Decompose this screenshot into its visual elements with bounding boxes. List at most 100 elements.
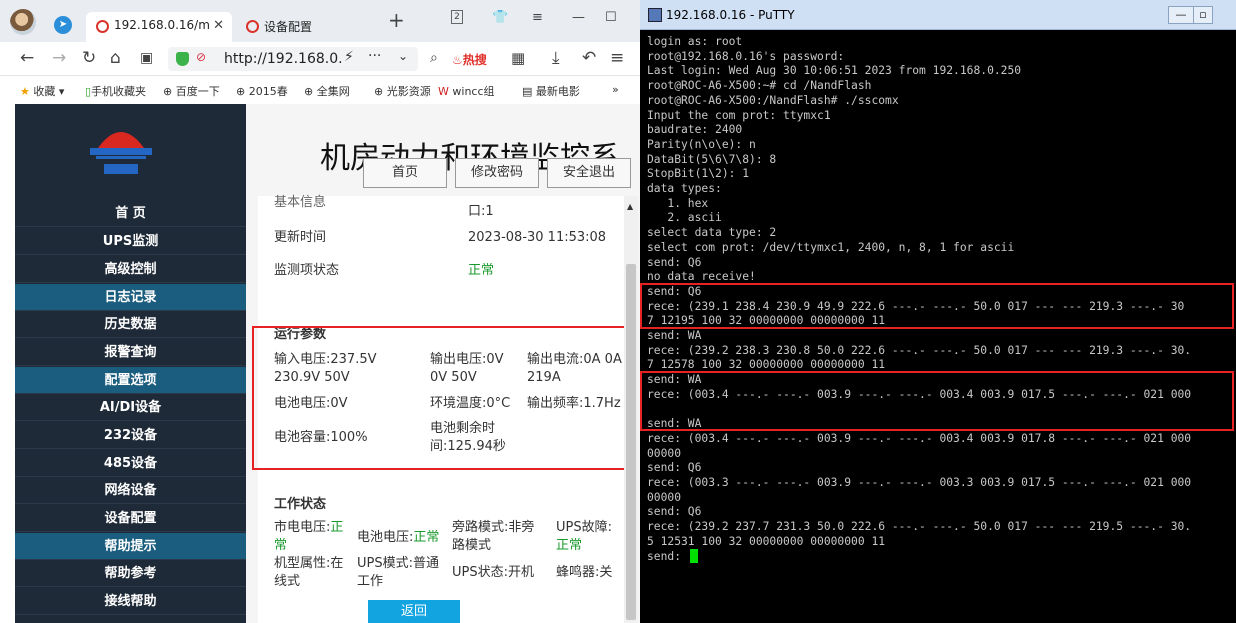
url-text[interactable]: http://192.168.0.1 — [224, 51, 344, 67]
terminal-line: root@ROC-A6-X500:~# cd /NandFlash — [647, 79, 872, 93]
terminal-line: data types: — [647, 182, 722, 195]
bookmark-item[interactable]: ⊕ 光影资源 — [374, 83, 431, 99]
new-tab-button[interactable]: + — [388, 8, 405, 32]
logout-button[interactable]: 安全退出 — [547, 158, 631, 188]
terminal-highlight-box — [640, 371, 1234, 431]
undo-icon[interactable]: ↶ — [582, 48, 596, 68]
insecure-icon[interactable]: ⊘ — [196, 50, 206, 64]
nav-help-ref[interactable]: 帮助参考 — [15, 560, 246, 587]
battery-voltage-state: 电池电压:正常 — [357, 530, 440, 545]
terminal-cursor — [690, 548, 698, 563]
model-property: 机型属性:在线式 — [274, 556, 344, 589]
tab-current[interactable]: 192.168.0.16/m ✕ — [86, 12, 232, 42]
scrollbar-thumb[interactable] — [626, 264, 636, 620]
minimize-icon[interactable]: — — [572, 10, 585, 25]
back-icon[interactable]: ← — [20, 48, 34, 68]
terminal-line: 00000 — [647, 446, 682, 460]
terminal-line: login as: root — [647, 35, 743, 48]
status-label: 监测项状态 — [274, 263, 340, 278]
bookmark-item[interactable]: ⊕ 2015春 — [236, 83, 288, 99]
terminal-line: send: Q6 — [647, 505, 702, 519]
highlight-run-params — [252, 326, 628, 470]
terminal-line: select data type: 2 — [647, 226, 777, 240]
hot-search[interactable]: ♨热搜 — [452, 51, 487, 68]
shirt-icon[interactable]: 👕 — [492, 10, 508, 25]
terminal-line: Parity(n\o\e): n — [647, 137, 756, 151]
nav-aidi[interactable]: AI/DI设备 — [15, 394, 246, 421]
tab-label: 设备配置 — [264, 20, 313, 34]
terminal-line: 00000 — [647, 490, 682, 504]
search-icon[interactable]: ⌕ — [430, 48, 438, 68]
globe-icon: ⊕ — [374, 85, 384, 98]
tab-device-config[interactable]: 设备配置 — [236, 12, 376, 42]
change-password-button[interactable]: 修改密码 — [455, 158, 539, 188]
nav-advanced-control[interactable]: 高级控制 — [15, 256, 246, 283]
scroll-up-icon[interactable]: ▲ — [627, 202, 633, 211]
apps-grid-icon[interactable]: ▦ — [511, 48, 525, 68]
nav-help-header[interactable]: 帮助提示 — [15, 533, 246, 560]
ups-fault: UPS故障:正常 — [556, 520, 612, 553]
nav-home[interactable]: 首 页 — [15, 200, 246, 227]
putty-maximize-icon[interactable]: ▫ — [1193, 6, 1213, 24]
bookmark-item[interactable]: ▯手机收藏夹 — [85, 83, 146, 99]
nav-history[interactable]: 历史数据 — [15, 311, 246, 338]
terminal-line: 5 12531 100 32 00000000 00000000 11 — [647, 534, 886, 548]
more-bookmarks-icon[interactable]: » — [612, 83, 619, 96]
bookmark-item[interactable]: ⊕ 百度一下 — [163, 83, 220, 99]
hamburger-menu-icon[interactable]: ≡ — [610, 48, 624, 68]
download-icon[interactable]: ⤓ — [552, 48, 560, 68]
terminal-line: 1. hex — [647, 196, 709, 210]
terminal-line: Last login: Wed Aug 30 10:06:51 2023 fro… — [647, 64, 1022, 78]
nav-alarm-query[interactable]: 报警查询 — [15, 339, 246, 366]
nav-network[interactable]: 网络设备 — [15, 477, 246, 504]
terminal[interactable]: login as: root root@192.168.0.16's passwo… — [640, 31, 1236, 623]
putty-minimize-icon[interactable]: — — [1168, 6, 1194, 24]
bookmarks-bar: ★ 收藏 ▾ ▯手机收藏夹 ⊕ 百度一下 ⊕ 2015春 ⊕ 全集网 ⊕ 光影资… — [0, 77, 640, 103]
chevron-down-icon[interactable]: ⌄ — [398, 49, 408, 63]
globe-icon: ⊕ — [163, 85, 173, 98]
terminal-line: send: Q6 — [647, 461, 702, 475]
tab-count-badge[interactable]: 2 — [451, 10, 463, 24]
putty-app-icon[interactable] — [648, 8, 662, 22]
forward-icon[interactable]: → — [52, 48, 66, 68]
bookmark-item[interactable]: ★ 收藏 ▾ — [20, 83, 64, 99]
maximize-icon[interactable]: ☐ — [605, 10, 617, 25]
update-time-label: 更新时间 — [274, 230, 327, 245]
bookmark-item[interactable]: ▤ 最新电影 — [522, 83, 580, 99]
shield-icon — [176, 52, 189, 66]
terminal-line: root@192.168.0.16's password: — [647, 49, 845, 63]
putty-window: 192.168.0.16 - PuTTY — ▫ login as: root r… — [640, 0, 1236, 623]
nav-ups-monitor[interactable]: UPS监测 — [15, 228, 246, 255]
home-icon[interactable]: ⌂ — [110, 48, 121, 68]
nav-wiring-help[interactable]: 接线帮助 — [15, 588, 246, 615]
nav-device-config[interactable]: 设备配置 — [15, 505, 246, 532]
menu-icon[interactable]: ≡ — [532, 10, 543, 25]
tab-label: 192.168.0.16/m — [114, 18, 210, 32]
home-button[interactable]: 首页 — [363, 158, 447, 188]
reload-icon[interactable]: ↻ — [82, 48, 96, 68]
tab-close-icon[interactable]: ✕ — [213, 18, 224, 33]
user-avatar[interactable] — [10, 9, 36, 35]
nav-232[interactable]: 232设备 — [15, 422, 246, 449]
bookmark-item[interactable]: ⊕ 全集网 — [304, 83, 350, 99]
lightning-icon[interactable]: ⚡ — [344, 49, 354, 65]
send-arrow-icon[interactable]: ➤ — [54, 16, 72, 34]
globe-icon: ⊕ — [304, 85, 314, 98]
nav-485[interactable]: 485设备 — [15, 450, 246, 477]
nav-config-header[interactable]: 配置选项 — [15, 367, 246, 394]
back-button[interactable]: 返回 — [368, 600, 460, 623]
nav-log-header[interactable]: 日志记录 — [15, 284, 246, 311]
terminal-line: send: — [647, 549, 688, 563]
terminal-line: rece: (003.3 ---.- ---.- 003.9 ---.- ---… — [647, 476, 1192, 489]
browser-toolbar: ← → ↻ ⌂ ▣ ⊘ http://192.168.0.1 ⚡ ··· ⌄ ⌕… — [0, 42, 640, 76]
bookmark-item[interactable]: W wincc组 — [438, 83, 495, 99]
terminal-line: send: WA — [647, 329, 702, 342]
briefcase-icon[interactable]: ▣ — [140, 48, 153, 68]
browser-window: ➤ 192.168.0.16/m ✕ 设备配置 + 2 👕 ≡ — ☐ ← → … — [0, 0, 640, 623]
hot-label: 热搜 — [462, 53, 487, 67]
address-bar[interactable]: ⊘ http://192.168.0.1 ⚡ ··· ⌄ — [168, 47, 418, 71]
update-time-value: 2023-08-30 11:53:08 — [468, 230, 607, 245]
more-icon[interactable]: ··· — [368, 48, 381, 64]
port-value: 口:1 — [468, 204, 494, 219]
star-icon: ★ — [20, 85, 30, 98]
